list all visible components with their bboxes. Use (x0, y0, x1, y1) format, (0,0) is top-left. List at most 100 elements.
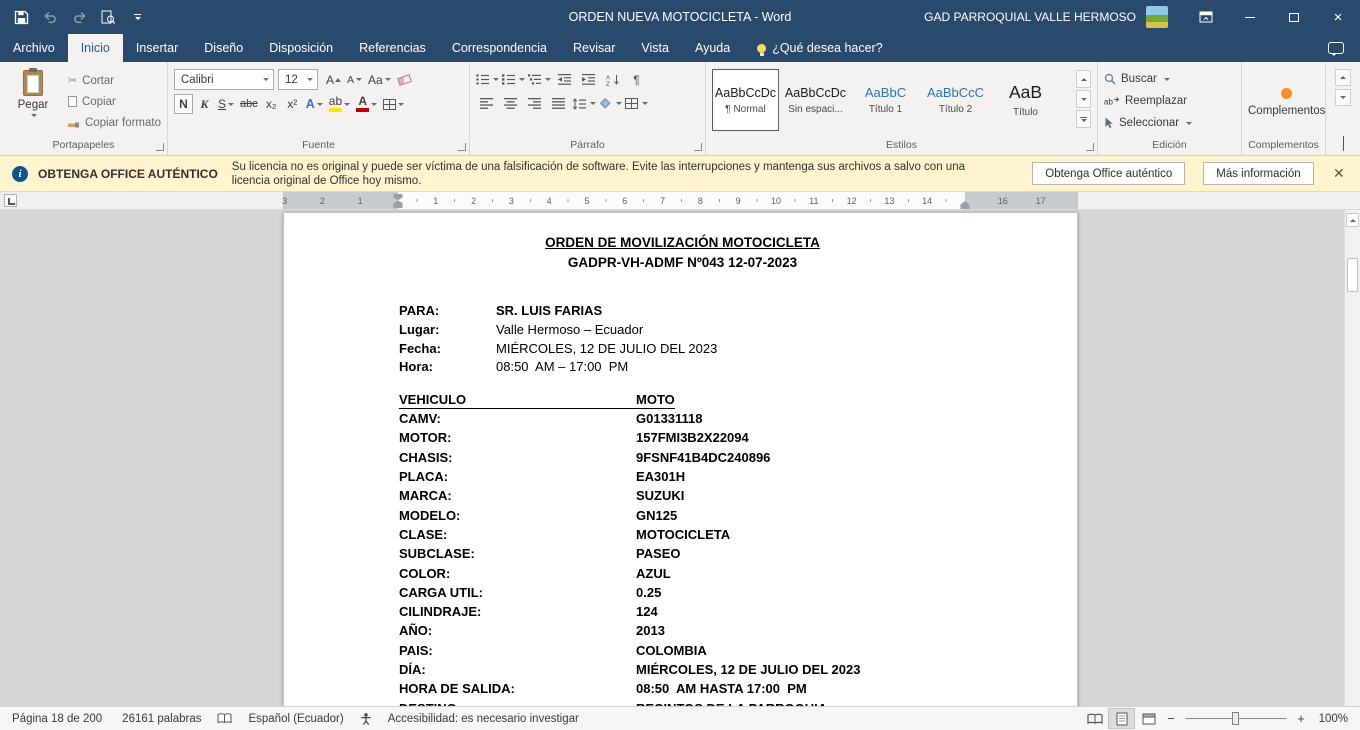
bold-button[interactable]: N (174, 94, 193, 114)
ribbon-scroll-up-button[interactable] (1335, 69, 1351, 86)
close-button[interactable]: × (1316, 0, 1360, 34)
ribbon-tab[interactable]: Correspondencia (439, 34, 560, 62)
ribbon-tab[interactable]: Revisar (560, 34, 628, 62)
style-item[interactable]: AaBbCcC Título 2 (922, 69, 989, 131)
zoom-out-button[interactable]: − (1162, 711, 1180, 726)
style-item[interactable]: AaBbCcDc ¶ Normal (712, 69, 779, 131)
tell-me[interactable]: ¿Qué desea hacer? (757, 34, 883, 62)
redo-button[interactable] (66, 4, 92, 30)
save-button[interactable] (8, 4, 34, 30)
text-effects-button[interactable]: A (304, 94, 325, 114)
ribbon-display-options-button[interactable] (1184, 0, 1228, 34)
ruler[interactable]: 32112345678910111213141617 (283, 192, 1078, 209)
proofing-icon[interactable] (211, 713, 238, 724)
ribbon-tab[interactable]: Disposición (256, 34, 346, 62)
word-count[interactable]: 26161 palabras (112, 713, 211, 725)
dialog-launcher-icon[interactable] (694, 143, 702, 151)
select-button[interactable]: Seleccionar (1104, 114, 1192, 132)
collapse-ribbon-button[interactable] (1343, 137, 1344, 151)
read-mode-button[interactable] (1081, 708, 1108, 729)
paste-button[interactable]: Pegar (6, 67, 60, 138)
styles-scroll-up-button[interactable] (1076, 70, 1091, 88)
find-button[interactable]: Buscar (1104, 70, 1192, 88)
line-spacing-button[interactable] (572, 94, 596, 113)
ribbon-scroll-down-button[interactable] (1335, 89, 1351, 106)
align-right-button[interactable] (524, 94, 545, 113)
font-size-select[interactable]: 12 (278, 69, 318, 90)
addins-button[interactable]: Complementos (1248, 67, 1325, 138)
numbering-button[interactable] (502, 70, 525, 89)
print-layout-button[interactable] (1108, 708, 1135, 729)
styles-gallery-more-button[interactable] (1076, 110, 1091, 128)
account-name[interactable]: GAD PARROQUIAL VALLE HERMOSO (924, 10, 1136, 24)
justify-button[interactable] (548, 94, 569, 113)
font-color-button[interactable]: A (354, 94, 379, 114)
underline-button[interactable]: S (216, 94, 236, 114)
sort-button[interactable]: AZ (602, 70, 623, 89)
copy-button[interactable]: Copiar (68, 93, 161, 110)
zoom-slider[interactable] (1186, 718, 1286, 719)
highlight-button[interactable]: ab (327, 94, 352, 114)
style-item[interactable]: AaB Título (992, 69, 1059, 131)
language-indicator[interactable]: Español (Ecuador) (238, 713, 353, 725)
font-family-select[interactable]: Calibri (174, 69, 274, 90)
dialog-launcher-icon[interactable] (156, 143, 164, 151)
superscript-button[interactable]: x² (283, 94, 302, 114)
accessibility-status[interactable]: Accesibilidad: es necesario investigar (378, 713, 589, 725)
styles-scroll-down-button[interactable] (1076, 90, 1091, 108)
dialog-launcher-icon[interactable] (458, 143, 466, 151)
web-layout-button[interactable] (1135, 708, 1162, 729)
ribbon-tab[interactable]: Referencias (346, 34, 439, 62)
clear-formatting-button[interactable] (395, 70, 414, 90)
ribbon-tab[interactable]: Diseño (191, 34, 256, 62)
row-value: AZUL (636, 566, 671, 585)
text-borders-button[interactable] (381, 94, 406, 114)
print-preview-button[interactable] (95, 4, 121, 30)
document-page[interactable]: ORDEN DE MOVILIZACIÓN MOTOCICLETA GADPR-… (283, 212, 1078, 706)
avatar[interactable] (1146, 6, 1168, 28)
replace-button[interactable]: ab Reemplazar (1104, 92, 1192, 110)
increase-indent-button[interactable] (578, 70, 599, 89)
scroll-up-button[interactable] (1346, 213, 1359, 227)
shading-button[interactable] (599, 94, 622, 113)
subscript-button[interactable]: x₂ (262, 94, 281, 114)
style-item[interactable]: AaBbC Título 1 (852, 69, 919, 131)
align-left-button[interactable] (476, 94, 497, 113)
close-warning-icon[interactable]: ✕ (1330, 165, 1348, 182)
scroll-thumb[interactable] (1347, 258, 1358, 292)
multilevel-list-button[interactable] (528, 70, 551, 89)
show-paragraph-marks-button[interactable]: ¶ (626, 70, 647, 89)
page-indicator[interactable]: Página 18 de 200 (12, 713, 112, 725)
qat-customize-button[interactable] (124, 4, 150, 30)
grow-font-button[interactable]: A (324, 70, 343, 90)
cut-button[interactable]: ✂ Cortar (68, 72, 161, 89)
format-painter-button[interactable]: Copiar formato (68, 114, 161, 131)
zoom-in-button[interactable]: + (1292, 711, 1310, 726)
tab-selector[interactable] (4, 194, 17, 207)
vertical-scrollbar[interactable] (1344, 210, 1360, 706)
ribbon-tab[interactable]: Vista (628, 34, 682, 62)
shrink-font-button[interactable]: A (345, 70, 364, 90)
get-genuine-office-button[interactable]: Obtenga Office auténtico (1032, 162, 1185, 185)
undo-button[interactable] (37, 4, 63, 30)
italic-button[interactable]: K (195, 94, 214, 114)
decrease-indent-button[interactable] (554, 70, 575, 89)
dialog-launcher-icon[interactable] (1086, 143, 1094, 151)
zoom-slider-thumb[interactable] (1232, 712, 1239, 725)
ribbon-tab[interactable]: Archivo (0, 34, 68, 62)
borders-button[interactable] (625, 94, 648, 113)
zoom-level[interactable]: 100% (1310, 713, 1348, 725)
maximize-button[interactable] (1272, 0, 1316, 34)
minimize-button[interactable] (1228, 0, 1272, 34)
accessibility-icon[interactable] (354, 713, 378, 725)
feedback-icon[interactable] (1328, 42, 1344, 54)
change-case-button[interactable]: Aa (366, 70, 393, 90)
more-info-button[interactable]: Más información (1203, 162, 1313, 185)
style-item[interactable]: AaBbCcDc Sin espaci... (782, 69, 849, 131)
strikethrough-button[interactable]: abc (238, 94, 260, 114)
align-center-button[interactable] (500, 94, 521, 113)
ribbon-tab[interactable]: Insertar (123, 34, 191, 62)
bullets-button[interactable] (476, 70, 499, 89)
ribbon-tab[interactable]: Ayuda (682, 34, 743, 62)
ribbon-tab[interactable]: Inicio (68, 34, 123, 62)
